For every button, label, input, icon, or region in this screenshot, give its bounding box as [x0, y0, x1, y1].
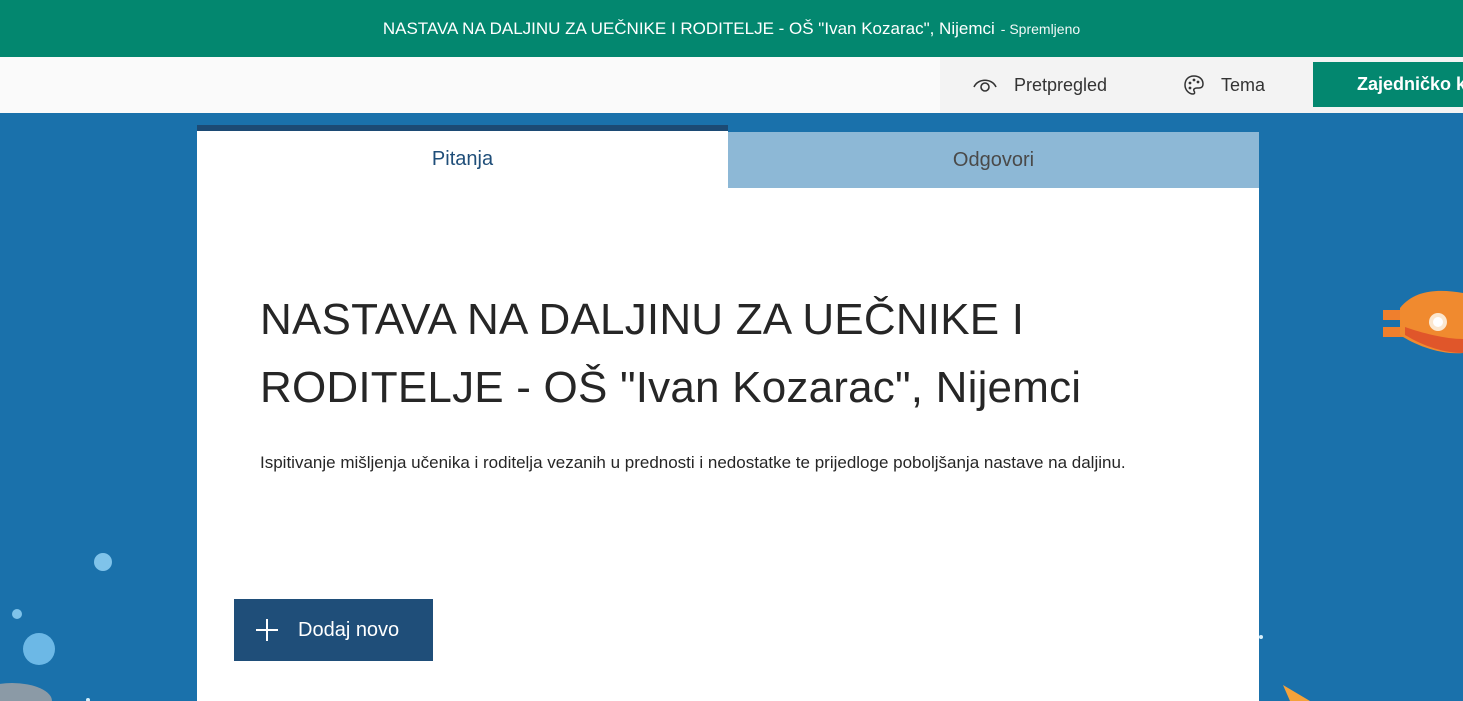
save-status: - Spremljeno — [1000, 20, 1081, 37]
share-label: Zajedničko k — [1357, 74, 1463, 94]
tab-questions-label: Pitanja — [431, 148, 494, 170]
form-title[interactable]: NASTAVA NA DALJINU ZA UEČNIKE I RODITELJ… — [260, 286, 1160, 422]
form-tabs: Pitanja Odgovori — [197, 125, 1259, 188]
theme-label: Tema — [1221, 74, 1266, 95]
form-description[interactable]: Ispitivanje mišljenja učenika i roditelj… — [260, 449, 1180, 476]
theme-button[interactable]: Tema — [1183, 57, 1265, 113]
add-new-label: Dodaj novo — [298, 618, 400, 641]
share-button[interactable]: Zajedničko k — [1313, 62, 1463, 107]
command-bar: Pretpregled Tema — [0, 57, 1463, 113]
preview-label: Pretpregled — [1014, 74, 1108, 95]
add-new-button[interactable]: Dodaj novo — [234, 599, 433, 661]
plus-icon — [256, 619, 278, 641]
tab-responses-label: Odgovori — [952, 148, 1035, 171]
tab-questions[interactable]: Pitanja — [197, 125, 728, 188]
palette-icon — [1184, 75, 1204, 95]
eye-icon — [973, 79, 997, 92]
tab-responses[interactable]: Odgovori — [728, 132, 1259, 188]
title-bar: NASTAVA NA DALJINU ZA UEČNIKE I RODITELJ… — [0, 0, 1463, 57]
form-window-title: NASTAVA NA DALJINU ZA UEČNIKE I RODITELJ… — [382, 18, 995, 38]
preview-button[interactable]: Pretpregled — [972, 57, 1107, 113]
